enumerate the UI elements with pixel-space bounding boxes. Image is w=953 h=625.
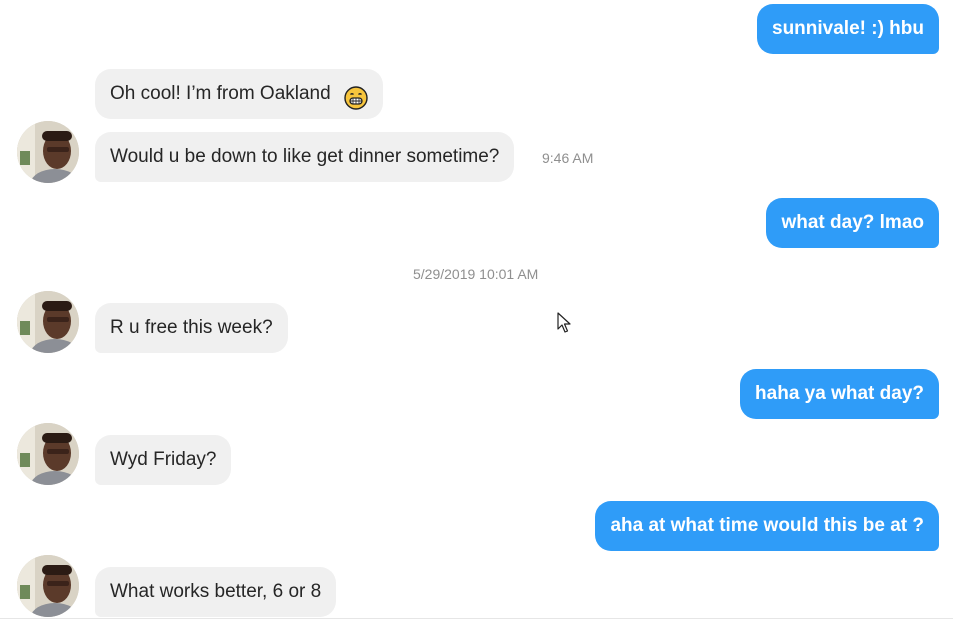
message-text: aha at what time would this be at ? [610,515,924,536]
mouse-pointer-icon [557,312,571,334]
message-timestamp: 9:46 AM [542,150,594,166]
user-avatar[interactable] [17,121,79,183]
outgoing-message-bubble[interactable]: aha at what time would this be at ? [595,501,939,551]
incoming-message-bubble[interactable]: R u free this week? [95,303,288,353]
user-avatar[interactable] [17,291,79,353]
message-text: R u free this week? [110,317,273,338]
incoming-message-bubble[interactable]: Wyd Friday? [95,435,232,485]
incoming-message-bubble[interactable]: What works better, 6 or 8 [95,567,337,617]
date-separator: 5/29/2019 10:01 AM [413,266,539,282]
message-text: Would u be down to like get dinner somet… [110,146,500,167]
message-text: haha ya what day? [755,383,924,404]
message-text: Wyd Friday? [110,449,217,470]
outgoing-message-bubble[interactable]: sunnivale! :) hbu [757,4,939,54]
user-avatar[interactable] [17,555,79,617]
incoming-message-bubble[interactable]: Oh cool! I’m from Oakland [95,69,383,119]
grinning-face-icon [344,80,368,110]
outgoing-message-bubble[interactable]: what day? lmao [766,198,939,248]
message-text: What works better, 6 or 8 [110,581,322,602]
user-avatar[interactable] [17,423,79,485]
message-text: Oh cool! I’m from Oakland [110,83,331,104]
chat-thread: sunnivale! :) hbu Oh cool! I’m from Oakl… [0,0,953,625]
incoming-message-bubble[interactable]: Would u be down to like get dinner somet… [95,132,515,182]
message-text: what day? lmao [781,212,924,233]
divider [0,618,953,619]
message-text: sunnivale! :) hbu [772,18,924,39]
outgoing-message-bubble[interactable]: haha ya what day? [740,369,939,419]
